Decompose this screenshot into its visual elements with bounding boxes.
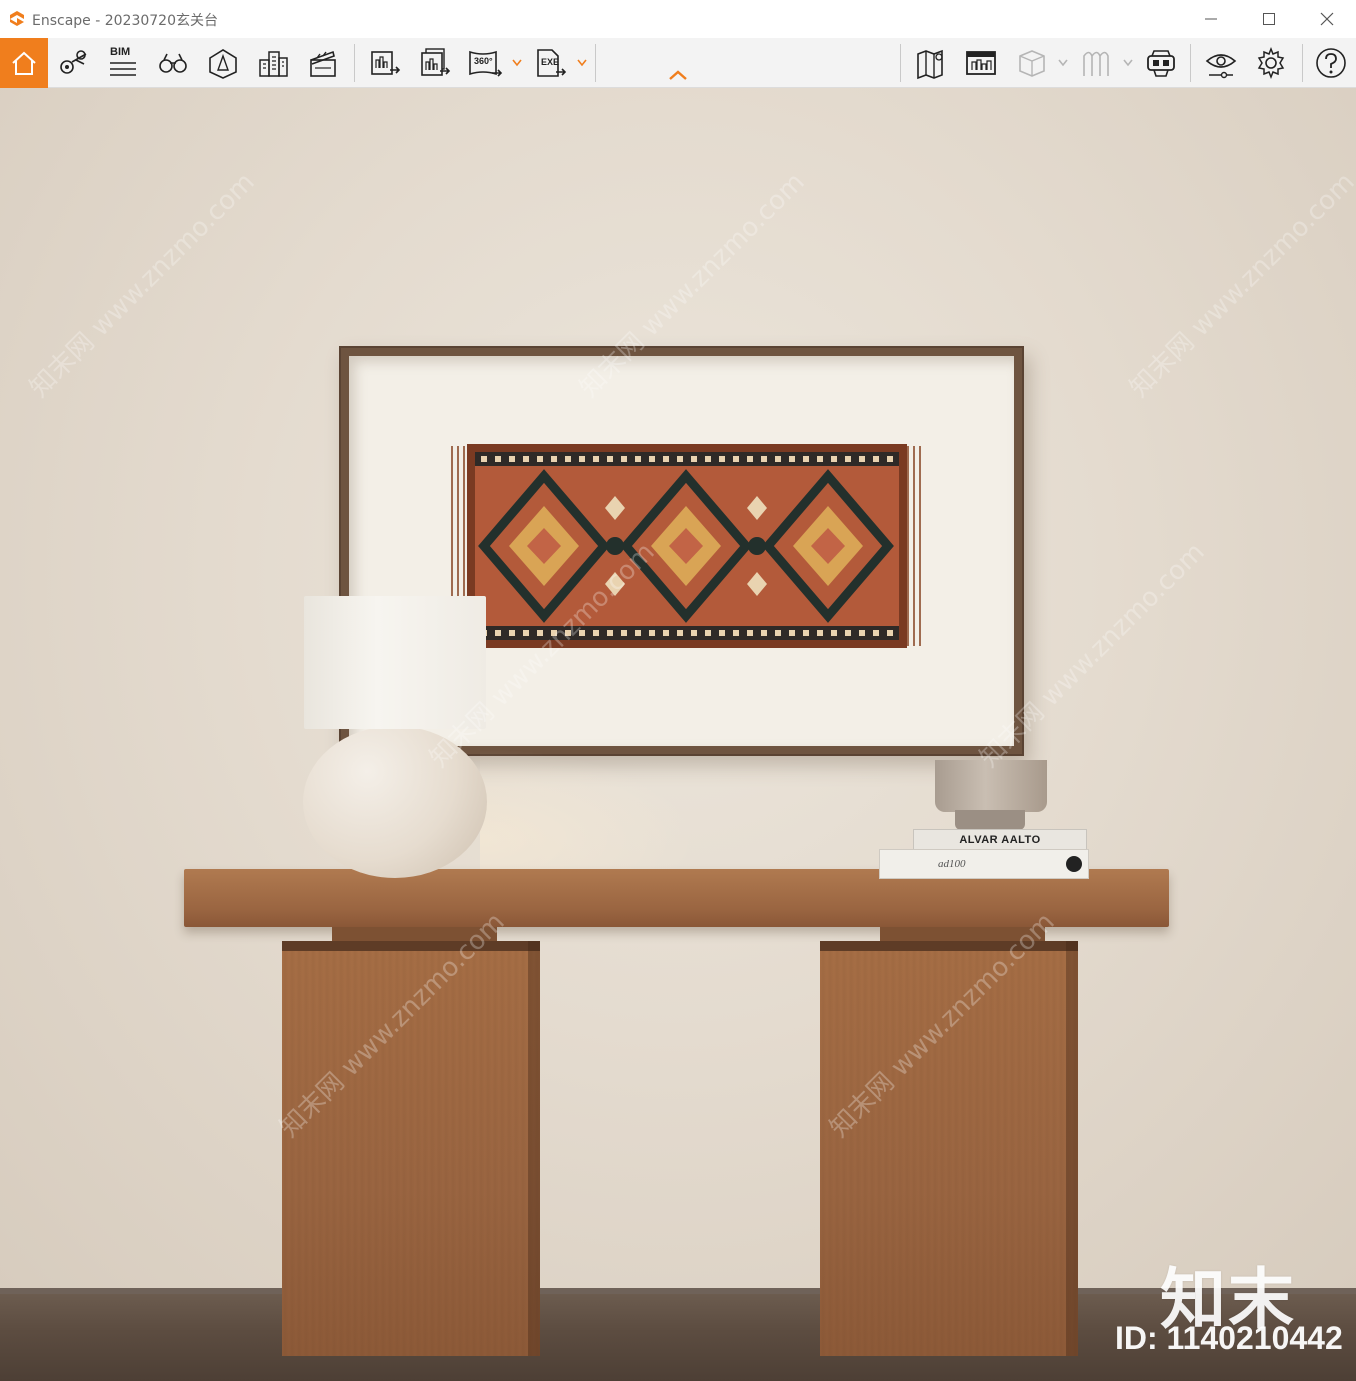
lamp-light-glow — [480, 748, 700, 878]
collapse-toolbar-button[interactable] — [666, 68, 690, 84]
minimize-button[interactable] — [1182, 0, 1240, 38]
enscape-logo-icon — [8, 10, 26, 28]
buildings-icon — [256, 46, 290, 80]
batch-render-button[interactable] — [414, 42, 456, 84]
vr-headset-icon — [1144, 46, 1178, 80]
panorama-dropdown[interactable] — [510, 54, 524, 72]
panorama-icon: 360° — [466, 46, 504, 80]
cube-icon — [1014, 46, 1048, 80]
visual-settings-button[interactable] — [1200, 42, 1242, 84]
book-logo-icon — [1066, 856, 1082, 872]
close-button[interactable] — [1298, 0, 1356, 38]
chevron-down-icon — [1123, 59, 1133, 67]
perspective-icon — [206, 46, 240, 80]
toolbar-separator — [1190, 44, 1191, 82]
help-button[interactable] — [1310, 42, 1352, 84]
exe-export-icon: EXE — [532, 46, 570, 80]
material-dropdown[interactable] — [1121, 54, 1135, 72]
exe-export-button[interactable]: EXE — [530, 42, 572, 84]
location-pin-icon — [56, 46, 90, 80]
buildings-button[interactable] — [252, 42, 294, 84]
cube-button[interactable] — [1010, 42, 1052, 84]
visual-settings-icon — [1204, 46, 1238, 80]
material-button[interactable] — [1074, 42, 1116, 84]
views-button[interactable] — [52, 42, 94, 84]
map-icon — [914, 46, 948, 80]
toolbar-separator — [1302, 44, 1303, 82]
leg-shadow — [1066, 941, 1078, 1356]
perspective-button[interactable] — [202, 42, 244, 84]
toolbar-separator — [595, 44, 596, 82]
screenshot-button[interactable] — [364, 42, 406, 84]
toolbar-separator — [354, 44, 355, 82]
material-icon — [1078, 46, 1112, 80]
chevron-down-icon — [577, 59, 587, 67]
help-icon — [1314, 46, 1348, 80]
render-viewport[interactable]: ALVAR AALTO ad100 知末网 www.znzmo.com 知末网 … — [0, 88, 1356, 1381]
leg-shadow — [528, 941, 540, 1356]
title-bar: Enscape - 20230720玄关台 — [0, 0, 1356, 38]
binoculars-icon — [156, 46, 190, 80]
chevron-down-icon — [1058, 59, 1068, 67]
exe-export-dropdown[interactable] — [575, 54, 589, 72]
main-toolbar: BIM 360° EXE — [0, 38, 1356, 88]
video-editor-button[interactable] — [302, 42, 344, 84]
gear-icon — [1254, 46, 1288, 80]
maximize-button[interactable] — [1240, 0, 1298, 38]
book-bottom: ad100 — [879, 849, 1089, 879]
batch-export-icon — [418, 46, 452, 80]
bim-icon: BIM — [106, 46, 140, 80]
bim-button[interactable]: BIM — [102, 42, 144, 84]
settings-button[interactable] — [1250, 42, 1292, 84]
book-top-title: ALVAR AALTO — [959, 834, 1041, 846]
chevron-up-icon — [666, 68, 690, 82]
screenshot-export-icon — [368, 46, 402, 80]
cube-dropdown[interactable] — [1056, 54, 1070, 72]
vr-button[interactable] — [1140, 42, 1182, 84]
exe-label: EXE — [541, 57, 560, 67]
home-button[interactable] — [0, 38, 48, 88]
walk-mode-button[interactable] — [152, 42, 194, 84]
book-bottom-title: ad100 — [938, 858, 966, 870]
ceramic-bowl-foot — [955, 810, 1025, 830]
watermark-id: ID: 1140210442 — [1115, 1320, 1343, 1356]
map-button[interactable] — [910, 42, 952, 84]
chevron-down-icon — [512, 59, 522, 67]
clapperboard-icon — [306, 46, 340, 80]
book-top: ALVAR AALTO — [913, 829, 1087, 851]
toolbar-separator — [900, 44, 901, 82]
kilim-textile-image — [449, 436, 924, 656]
home-icon — [9, 48, 39, 78]
asset-library-icon — [964, 46, 998, 80]
panorama-button[interactable]: 360° — [464, 42, 506, 84]
window-title: Enscape - 20230720玄关台 — [32, 13, 218, 29]
asset-library-button[interactable] — [960, 42, 1002, 84]
panorama-label: 360° — [474, 56, 493, 66]
